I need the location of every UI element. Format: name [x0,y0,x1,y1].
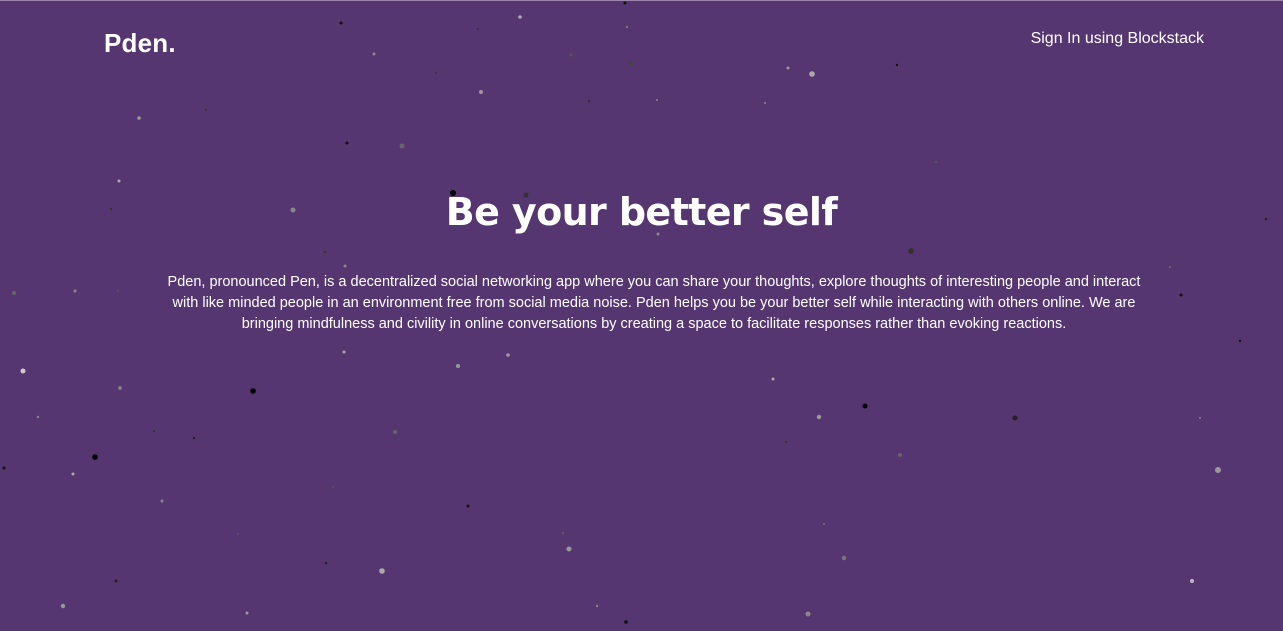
star-particle [862,403,868,409]
star-particle [60,603,66,609]
star-particle [477,28,479,30]
star-particle [343,264,347,268]
star-particle [12,291,16,295]
star-particle [784,440,788,444]
star-particle [250,388,256,394]
star-particle [342,350,346,354]
star-particle [625,25,629,29]
star-particle [345,141,349,145]
star-particle [2,466,6,470]
brand-logo[interactable]: Pden. [104,28,176,59]
star-particle [323,250,327,254]
star-particle [399,143,405,149]
star-particle [339,21,343,25]
star-particle [456,364,460,368]
star-particle [20,368,26,374]
star-particle [908,248,914,254]
star-particle [809,71,815,77]
star-particle [435,72,437,74]
star-particle [816,414,822,420]
star-particle [895,63,899,67]
star-particle [332,486,334,488]
star-particle [118,386,122,390]
star-particle [562,532,564,534]
star-particle [92,454,98,460]
star-particle [114,579,118,583]
star-particle [628,60,634,66]
star-particle [36,415,40,419]
sign-in-blockstack-link[interactable]: Sign In using Blockstack [1031,30,1204,48]
star-particle [518,15,522,19]
star-particle [823,523,825,525]
star-particle [237,533,239,535]
star-particle [479,90,483,94]
star-particle [245,611,249,615]
star-particle [1012,415,1018,421]
star-particle [152,429,156,433]
star-particle [393,430,397,434]
star-particle [588,100,590,102]
star-particle [160,499,164,503]
star-particle [786,66,790,70]
star-particle [192,436,196,440]
star-particle [1169,266,1171,268]
star-particle [117,290,119,292]
star-particle [624,620,628,624]
star-particle [205,109,207,111]
star-particle [1190,579,1194,583]
star-particle [71,472,75,476]
star-particle [73,289,77,293]
star-particle [1199,417,1201,419]
star-particle [805,611,811,617]
star-particle [569,53,573,57]
hero-description: Pden, pronounced Pen, is a decentralized… [167,274,1141,332]
star-particle [623,1,627,5]
star-particle [595,604,599,608]
star-particle [841,555,847,561]
star-particle [372,52,376,56]
star-particle [1179,293,1183,297]
star-particle [934,160,938,164]
star-particle [1215,467,1221,473]
star-particle [764,102,766,104]
star-particle [898,453,902,457]
star-particle [506,353,510,357]
star-particle [1238,339,1242,343]
hero-title: Be your better self [445,190,838,234]
star-particle [379,568,385,574]
star-particle [771,377,775,381]
star-particle [324,561,328,565]
star-particle [466,504,470,508]
star-particle [656,99,658,101]
star-particle [117,179,121,183]
star-particle [137,116,141,120]
star-particle [566,546,572,552]
